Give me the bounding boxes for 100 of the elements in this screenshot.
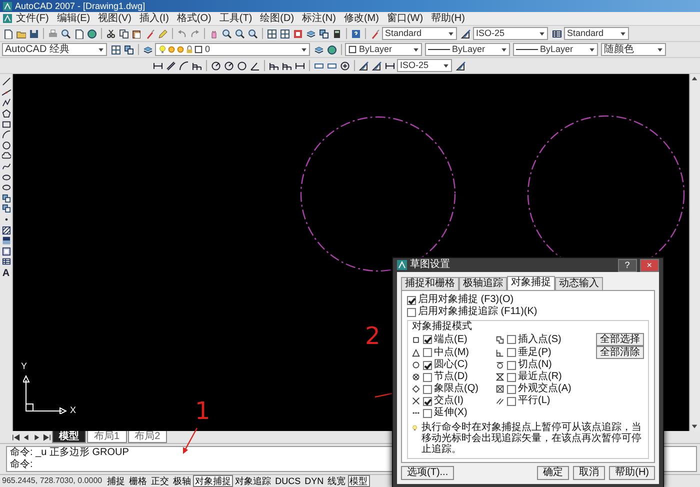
checkbox[interactable] xyxy=(507,396,516,406)
checkbox-label[interactable]: 启用对象捕捉 (F3)(O) xyxy=(418,294,514,306)
dim-style-dropdown[interactable]: ISO-25 xyxy=(397,59,452,72)
linear-dim-icon[interactable] xyxy=(153,60,163,70)
layers-icon[interactable] xyxy=(306,28,316,38)
checkbox[interactable] xyxy=(423,348,432,357)
table-icon[interactable] xyxy=(2,257,10,266)
checkbox-label[interactable]: 切点(N) xyxy=(518,359,552,371)
polygon-icon[interactable] xyxy=(2,109,10,118)
block-icon[interactable] xyxy=(319,28,329,38)
checkbox-label[interactable]: 端点(E) xyxy=(434,334,468,346)
table-icon[interactable] xyxy=(552,28,562,38)
menu-item[interactable]: 窗口(W) xyxy=(382,12,428,25)
question-icon[interactable] xyxy=(351,28,361,38)
linear-dim-icon[interactable] xyxy=(295,60,305,70)
status-toggle[interactable]: 捕捉 xyxy=(105,475,128,487)
checkbox-label[interactable]: 交点(I) xyxy=(434,395,464,407)
floppy-icon[interactable] xyxy=(29,28,39,38)
grid-icon[interactable] xyxy=(111,44,121,54)
close-button[interactable]: × xyxy=(640,258,659,272)
help-button[interactable]: ? xyxy=(618,258,637,272)
right-arrow-icon[interactable] xyxy=(32,432,41,442)
polyline-icon[interactable] xyxy=(2,98,10,108)
menu-item[interactable]: 插入(I) xyxy=(135,12,173,25)
status-toggle[interactable]: 正交 xyxy=(149,475,172,487)
baseline-dim-icon[interactable] xyxy=(282,60,292,70)
set-square-icon[interactable] xyxy=(461,28,471,38)
first-arrow-icon[interactable] xyxy=(12,432,21,442)
dialog-button[interactable]: 确定 xyxy=(537,466,570,480)
globe-icon[interactable] xyxy=(327,44,337,54)
layer-dropdown[interactable]: 0 xyxy=(155,43,310,56)
hatch-icon[interactable] xyxy=(2,226,10,235)
page-icon[interactable] xyxy=(74,28,84,38)
aligned-dim-icon[interactable] xyxy=(166,60,176,70)
status-toggle[interactable]: 模型 xyxy=(348,475,370,487)
menu-item[interactable]: 工具(T) xyxy=(215,12,256,25)
magnifier-icon[interactable] xyxy=(235,28,245,38)
radius-icon[interactable] xyxy=(224,60,234,70)
checkbox-label[interactable]: 延伸(X) xyxy=(434,407,468,419)
center-mark-icon[interactable] xyxy=(340,60,350,70)
text-style-dropdown[interactable]: Standard xyxy=(382,27,457,40)
checkbox-label[interactable]: 垂足(P) xyxy=(518,346,552,358)
plot-style-dropdown[interactable]: 随颜色 xyxy=(601,43,666,56)
magnifier-icon[interactable] xyxy=(248,28,258,38)
region-icon[interactable] xyxy=(2,246,10,256)
checkbox[interactable] xyxy=(423,372,432,382)
dialog-tab[interactable]: 极轴追踪 xyxy=(459,277,507,290)
status-toggle[interactable]: 对象追踪 xyxy=(233,475,274,487)
status-toggle[interactable]: 线宽 xyxy=(326,475,348,487)
checkbox[interactable] xyxy=(507,335,516,344)
dialog-button[interactable]: 选项(T)... xyxy=(401,466,454,480)
menu-item[interactable]: 帮助(H) xyxy=(427,12,469,25)
page-icon[interactable] xyxy=(3,28,13,38)
layout-tab[interactable]: 布局1 xyxy=(87,431,127,443)
layers-icon[interactable] xyxy=(143,44,153,54)
menu-item[interactable]: 视图(V) xyxy=(94,12,136,25)
linear-dim-icon[interactable] xyxy=(385,60,395,70)
checkbox[interactable] xyxy=(507,372,516,382)
status-toggle[interactable]: DUCS xyxy=(273,475,303,487)
checkbox[interactable] xyxy=(407,308,416,316)
arc-icon[interactable] xyxy=(179,60,189,70)
status-toggle[interactable]: 栅格 xyxy=(127,475,150,487)
status-toggle[interactable]: 对象捕捉 xyxy=(193,475,234,487)
layers-icon[interactable] xyxy=(314,44,324,54)
gradient-icon[interactable] xyxy=(2,236,10,246)
brush-icon[interactable] xyxy=(370,28,380,38)
linetype-dropdown[interactable]: ByLayer xyxy=(425,43,510,56)
status-toggle[interactable]: DYN xyxy=(302,475,326,487)
dialog-tab[interactable]: 对象捕捉 xyxy=(507,276,555,290)
baseline-dim-icon[interactable] xyxy=(269,60,279,70)
brush-icon[interactable] xyxy=(145,28,155,38)
checkbox-label[interactable]: 插入点(S) xyxy=(518,334,562,346)
checkbox-label[interactable]: 圆心(C) xyxy=(434,359,468,371)
circle-icon[interactable] xyxy=(237,60,247,70)
scissors-icon[interactable] xyxy=(106,28,116,38)
cloud-icon[interactable] xyxy=(2,151,10,160)
layout-tab[interactable]: 布局2 xyxy=(128,431,168,443)
magnifier-icon[interactable] xyxy=(61,28,71,38)
lineweight-dropdown[interactable]: ByLayer xyxy=(513,43,598,56)
checkbox-label[interactable]: 平行(L) xyxy=(518,395,550,407)
color-dropdown[interactable]: ByLayer xyxy=(345,43,422,56)
grid-icon[interactable] xyxy=(280,28,290,38)
radius-icon[interactable] xyxy=(211,60,221,70)
circle-icon[interactable] xyxy=(2,140,10,150)
globe-icon[interactable] xyxy=(87,28,97,38)
checkbox[interactable] xyxy=(507,360,516,370)
dialog-button[interactable]: 帮助(H) xyxy=(609,466,655,480)
hand-icon[interactable] xyxy=(209,28,219,38)
checkbox[interactable] xyxy=(507,384,516,394)
redo-arrow-icon[interactable] xyxy=(190,28,200,38)
set-square-icon[interactable] xyxy=(456,60,466,70)
dim-style-dropdown[interactable]: ISO-25 xyxy=(473,27,548,40)
undo-arrow-icon[interactable] xyxy=(177,28,187,38)
checkbox[interactable] xyxy=(407,296,416,304)
arc-icon[interactable] xyxy=(2,130,10,140)
xline-icon[interactable] xyxy=(2,88,10,97)
pencil-icon[interactable] xyxy=(158,28,168,38)
workspace-dropdown[interactable]: AutoCAD 经典 xyxy=(2,43,107,56)
status-toggle[interactable]: 极轴 xyxy=(171,475,194,487)
folder-icon[interactable] xyxy=(16,28,26,38)
